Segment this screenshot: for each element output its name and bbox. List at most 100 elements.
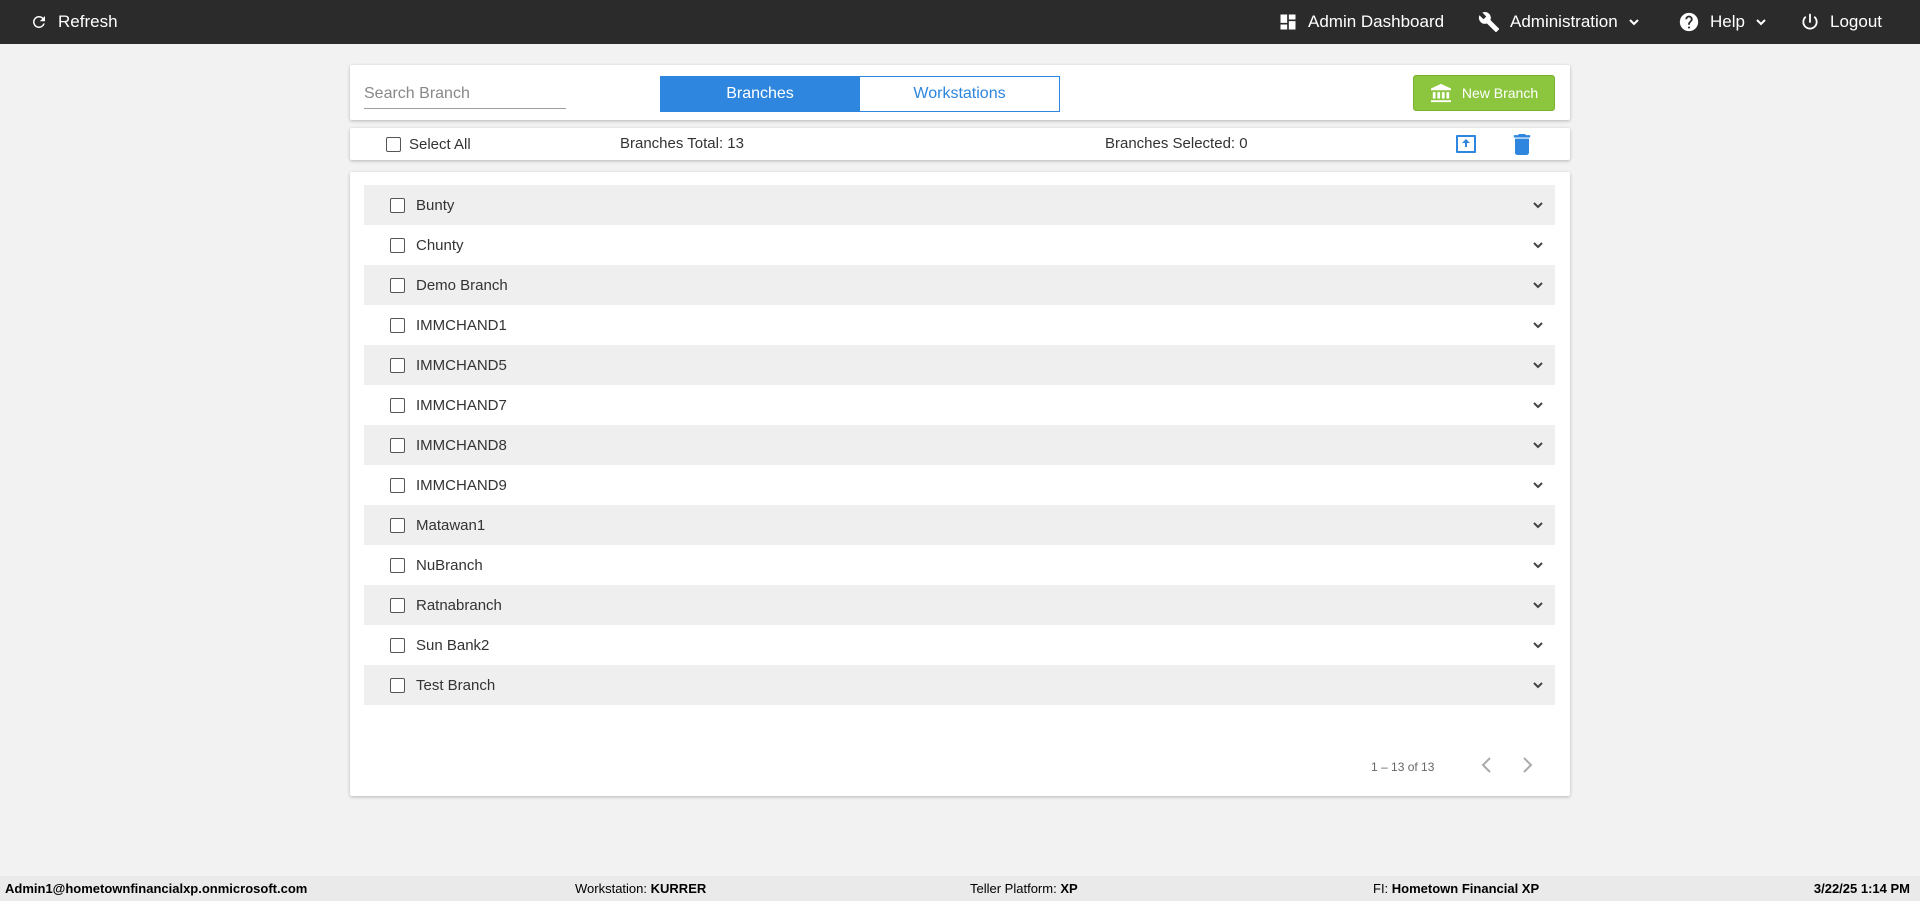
- branch-checkbox[interactable]: [390, 277, 405, 293]
- branch-checkbox[interactable]: [390, 517, 405, 533]
- branch-name: NuBranch: [416, 556, 483, 574]
- expand-button[interactable]: [1531, 598, 1545, 617]
- branch-row[interactable]: IMMCHAND1: [364, 305, 1555, 345]
- refresh-button[interactable]: Refresh: [30, 0, 118, 44]
- delete-button[interactable]: [1513, 134, 1531, 160]
- branch-checkbox[interactable]: [390, 197, 405, 213]
- next-page-button[interactable]: [1520, 755, 1534, 780]
- branches-selected: Branches Selected: 0: [1105, 135, 1248, 152]
- expand-button[interactable]: [1531, 278, 1545, 297]
- expand-button[interactable]: [1531, 678, 1545, 697]
- branch-row[interactable]: Sun Bank2: [364, 625, 1555, 665]
- wrench-icon: [1478, 12, 1500, 33]
- branch-name: IMMCHAND9: [416, 476, 507, 494]
- expand-button[interactable]: [1531, 398, 1545, 417]
- branch-row[interactable]: NuBranch: [364, 545, 1555, 585]
- teller-platform-value: XP: [1060, 881, 1078, 896]
- dashboard-icon: [1280, 14, 1296, 30]
- expand-button[interactable]: [1531, 318, 1545, 337]
- branch-checkbox[interactable]: [390, 637, 405, 653]
- tab-workstations[interactable]: Workstations: [860, 76, 1060, 112]
- branch-row[interactable]: Bunty: [364, 185, 1555, 225]
- branch-checkbox[interactable]: [390, 397, 405, 413]
- select-all-checkbox[interactable]: [386, 137, 401, 152]
- refresh-label: Refresh: [58, 12, 118, 31]
- upload-icon: [1456, 135, 1476, 153]
- search-field: [364, 79, 566, 109]
- view-toggle: Branches Workstations: [660, 76, 1060, 112]
- branch-checkbox[interactable]: [390, 557, 405, 573]
- refresh-icon: [32, 15, 45, 28]
- branch-name: Chunty: [416, 236, 464, 254]
- branch-row[interactable]: IMMCHAND8: [364, 425, 1555, 465]
- new-branch-button[interactable]: New Branch: [1413, 75, 1555, 111]
- admin-dashboard-link[interactable]: Admin Dashboard: [1278, 0, 1444, 44]
- chevron-down-icon: [1533, 442, 1543, 449]
- branch-checkbox[interactable]: [390, 357, 405, 373]
- teller-platform-info: Teller Platform: XP: [970, 881, 1078, 896]
- expand-button[interactable]: [1531, 638, 1545, 657]
- branch-checkbox[interactable]: [390, 477, 405, 493]
- branch-checkbox[interactable]: [390, 677, 405, 693]
- branch-row[interactable]: Chunty: [364, 225, 1555, 265]
- expand-button[interactable]: [1531, 478, 1545, 497]
- logout-label: Logout: [1830, 12, 1882, 31]
- select-all-label: Select All: [409, 136, 471, 153]
- chevron-down-icon: [1533, 242, 1543, 249]
- chevron-down-icon: [1533, 642, 1543, 649]
- branches-total: Branches Total: 13: [620, 135, 744, 152]
- status-bar: Admin1@hometownfinancialxp.onmicrosoft.c…: [0, 876, 1920, 901]
- branch-row[interactable]: Matawan1: [364, 505, 1555, 545]
- branch-checkbox[interactable]: [390, 597, 405, 613]
- datetime: 3/22/25 1:14 PM: [1813, 881, 1910, 896]
- chevron-down-icon: [1533, 402, 1543, 409]
- chevron-down-icon: [1533, 362, 1543, 369]
- expand-button[interactable]: [1531, 238, 1545, 257]
- help-menu[interactable]: Help: [1678, 0, 1767, 44]
- previous-page-button[interactable]: [1480, 755, 1494, 780]
- help-circle-icon: [1679, 12, 1699, 32]
- branch-row[interactable]: IMMCHAND9: [364, 465, 1555, 505]
- branch-row[interactable]: Ratnabranch: [364, 585, 1555, 625]
- branch-name: IMMCHAND5: [416, 356, 507, 374]
- upload-button[interactable]: [1455, 134, 1477, 159]
- expand-button[interactable]: [1531, 518, 1545, 537]
- pagination-range: 1 – 13 of 13: [1371, 760, 1435, 774]
- branch-checkbox[interactable]: [390, 317, 405, 333]
- branch-name: Test Branch: [416, 676, 496, 694]
- branch-name: Ratnabranch: [416, 596, 502, 614]
- current-user: Admin1@hometownfinancialxp.onmicrosoft.c…: [5, 881, 308, 896]
- tab-branches[interactable]: Branches: [660, 76, 860, 112]
- expand-button[interactable]: [1531, 558, 1545, 577]
- branch-row[interactable]: Demo Branch: [364, 265, 1555, 305]
- expand-button[interactable]: [1531, 358, 1545, 377]
- workstation-value: KURRER: [650, 881, 707, 896]
- chevron-down-icon: [1533, 282, 1543, 289]
- branch-checkbox[interactable]: [390, 237, 405, 253]
- fi-value: Hometown Financial XP: [1391, 881, 1540, 896]
- expand-button[interactable]: [1531, 438, 1545, 457]
- workstation-label: Workstation:: [575, 881, 648, 896]
- branch-row[interactable]: IMMCHAND7: [364, 385, 1555, 425]
- select-all-control[interactable]: Select All: [386, 136, 471, 153]
- teller-platform-label: Teller Platform:: [970, 881, 1057, 896]
- search-toolbar: Branches Workstations New Branch: [350, 65, 1570, 120]
- logout-button[interactable]: Logout: [1800, 0, 1882, 44]
- administration-menu[interactable]: Administration: [1478, 0, 1640, 44]
- search-input[interactable]: [364, 79, 566, 108]
- trash-icon: [1513, 134, 1531, 155]
- branch-row[interactable]: Test Branch: [364, 665, 1555, 705]
- branch-checkbox[interactable]: [390, 437, 405, 453]
- chevron-down-icon: [1533, 322, 1543, 329]
- help-label: Help: [1710, 12, 1745, 31]
- expand-button[interactable]: [1531, 198, 1545, 217]
- workstation-info: Workstation: KURRER: [575, 881, 706, 896]
- chevron-down-icon: [1533, 682, 1543, 689]
- branch-name: Sun Bank2: [416, 636, 490, 654]
- branch-row[interactable]: IMMCHAND5: [364, 345, 1555, 385]
- top-nav-bar: Refresh Admin Dashboard Administration H…: [0, 0, 1920, 44]
- chevron-down-icon: [1533, 522, 1543, 529]
- admin-dashboard-label: Admin Dashboard: [1308, 12, 1445, 31]
- new-branch-label: New Branch: [1461, 85, 1539, 101]
- power-icon: [1802, 13, 1818, 30]
